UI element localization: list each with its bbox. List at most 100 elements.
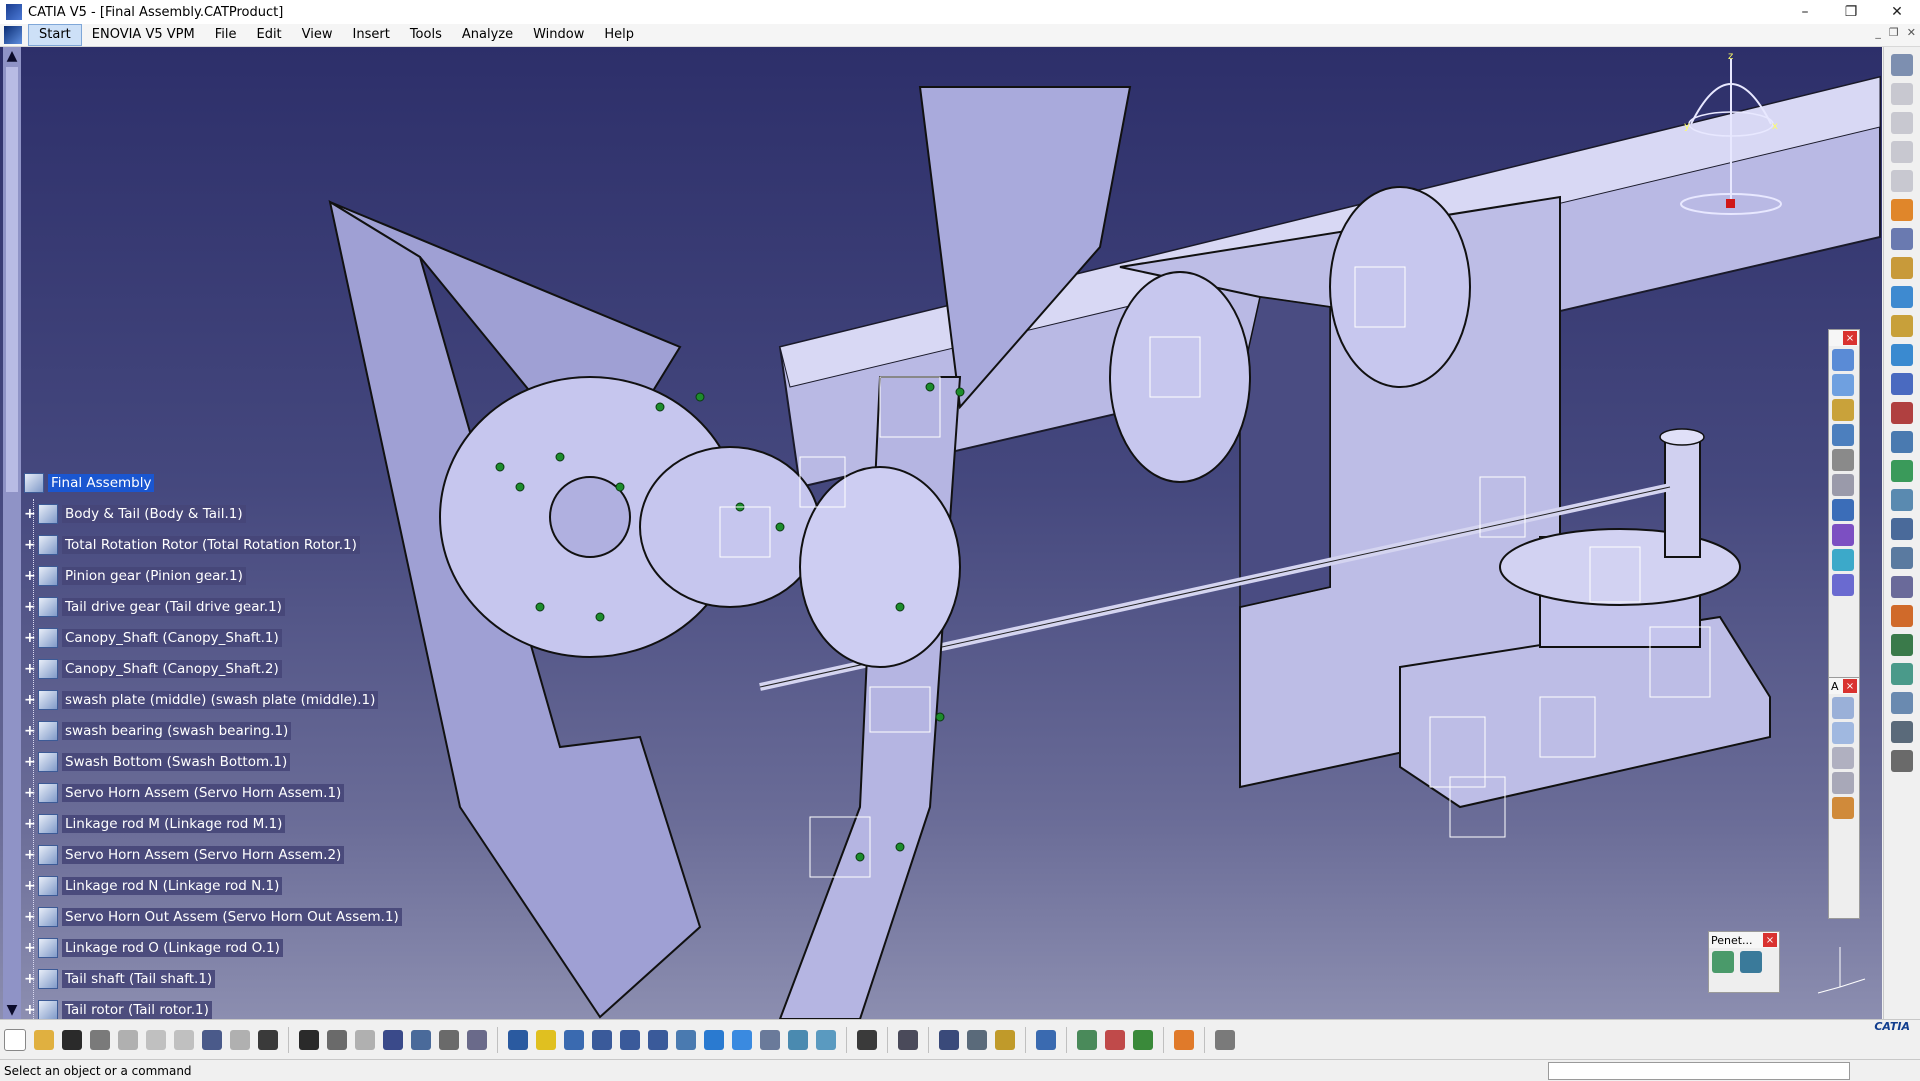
- expand-plus-icon[interactable]: +: [24, 506, 38, 522]
- expand-plus-icon[interactable]: +: [24, 971, 38, 987]
- new-document-icon[interactable]: [4, 1029, 26, 1051]
- tree-node-label[interactable]: Canopy_Shaft (Canopy_Shaft.2): [62, 660, 282, 678]
- tree-node-label[interactable]: Swash Bottom (Swash Bottom.1): [62, 753, 291, 771]
- generate-numbering-icon[interactable]: [1891, 431, 1913, 453]
- tree-node[interactable]: + Body & Tail (Body & Tail.1): [24, 502, 246, 526]
- tree-node-label[interactable]: Body & Tail (Body & Tail.1): [62, 505, 246, 523]
- pan-icon[interactable]: [564, 1030, 584, 1050]
- penetration-icon[interactable]: [1712, 951, 1734, 973]
- expand-plus-icon[interactable]: +: [24, 537, 38, 553]
- expand-plus-icon[interactable]: +: [24, 568, 38, 584]
- maximize-button[interactable]: ❐: [1828, 0, 1874, 24]
- macro-icon[interactable]: [355, 1030, 375, 1050]
- tree-node[interactable]: + swash bearing (swash bearing.1): [24, 719, 292, 743]
- fix-component-icon[interactable]: [1832, 374, 1854, 396]
- iso-view-icon[interactable]: [732, 1030, 752, 1050]
- tree-root-label[interactable]: Final Assembly: [48, 474, 155, 492]
- expand-plus-icon[interactable]: +: [24, 816, 38, 832]
- table-icon[interactable]: [383, 1030, 403, 1050]
- bom-icon[interactable]: [1891, 750, 1913, 772]
- clearance-icon[interactable]: [1740, 951, 1762, 973]
- tree-root-node[interactable]: Final Assembly: [24, 471, 155, 495]
- doc-restore-icon[interactable]: ❐: [1889, 26, 1899, 39]
- menu-enovia[interactable]: ENOVIA V5 VPM: [82, 24, 205, 46]
- save-icon[interactable]: [62, 1030, 82, 1050]
- whats-this-icon[interactable]: [258, 1030, 278, 1050]
- tree-node-label[interactable]: Tail drive gear (Tail drive gear.1): [62, 598, 285, 616]
- smart-move-icon[interactable]: [1891, 634, 1913, 656]
- replace-component-icon[interactable]: [1891, 373, 1913, 395]
- catalog-icon[interactable]: [411, 1030, 431, 1050]
- redo-icon[interactable]: [230, 1030, 250, 1050]
- tree-node[interactable]: + Servo Horn Out Assem (Servo Horn Out As…: [24, 905, 402, 929]
- tree-node[interactable]: + Servo Horn Assem (Servo Horn Assem.1): [24, 781, 345, 805]
- doc-close-icon[interactable]: ✕: [1907, 26, 1916, 39]
- scroll-up-arrow-icon[interactable]: ▲: [3, 47, 21, 65]
- multi-instantiation-icon[interactable]: [1891, 518, 1913, 540]
- manage-representations-icon[interactable]: [1891, 489, 1913, 511]
- toolbar-icon[interactable]: [1891, 112, 1913, 134]
- tree-scrollbar[interactable]: ▲ ▼: [3, 47, 21, 1019]
- command-input[interactable]: [1548, 1062, 1850, 1080]
- new-part-icon[interactable]: [1891, 344, 1913, 366]
- expand-plus-icon[interactable]: +: [24, 785, 38, 801]
- paste-icon[interactable]: [174, 1030, 194, 1050]
- tree-node[interactable]: + Swash Bottom (Swash Bottom.1): [24, 750, 291, 774]
- update-icon[interactable]: [898, 1030, 918, 1050]
- tree-node[interactable]: + Servo Horn Assem (Servo Horn Assem.2): [24, 843, 345, 867]
- 3d-viewport[interactable]: ▲ ▼ z x y Final Assembly + Body & Tail (B…: [0, 47, 1882, 1019]
- menu-start[interactable]: Start: [28, 24, 82, 46]
- view-icon[interactable]: [1832, 772, 1854, 794]
- menu-window[interactable]: Window: [523, 24, 594, 46]
- manipulation-icon[interactable]: [1891, 228, 1913, 250]
- offset-icon[interactable]: [1832, 449, 1854, 471]
- close-button[interactable]: ✕: [1874, 0, 1920, 24]
- normal-view-icon[interactable]: [676, 1030, 696, 1050]
- tree-node-label[interactable]: Tail rotor (Tail rotor.1): [62, 1001, 212, 1019]
- multi-view-icon[interactable]: [704, 1030, 724, 1050]
- text-with-leader-icon[interactable]: [1832, 722, 1854, 744]
- tree-node[interactable]: + Tail drive gear (Tail drive gear.1): [24, 595, 285, 619]
- inertia-icon[interactable]: [467, 1030, 487, 1050]
- compass-widget[interactable]: z x y: [1676, 49, 1786, 219]
- selective-load-icon[interactable]: [1891, 460, 1913, 482]
- shading-icon[interactable]: [760, 1030, 780, 1050]
- tree-node[interactable]: + Tail rotor (Tail rotor.1): [24, 998, 212, 1019]
- contact-icon[interactable]: [1832, 424, 1854, 446]
- compute-clash-icon[interactable]: [1133, 1030, 1153, 1050]
- graph-tree-reorder-icon[interactable]: [1891, 402, 1913, 424]
- print-icon[interactable]: [90, 1030, 110, 1050]
- tree-node-label[interactable]: Linkage rod M (Linkage rod M.1): [62, 815, 286, 833]
- zoom-out-icon[interactable]: [648, 1030, 668, 1050]
- tree-node-label[interactable]: Servo Horn Out Assem (Servo Horn Out Ass…: [62, 908, 402, 926]
- measure-item-icon[interactable]: [967, 1030, 987, 1050]
- menu-analyze[interactable]: Analyze: [452, 24, 523, 46]
- fix-together-icon[interactable]: [1832, 499, 1854, 521]
- expand-plus-icon[interactable]: +: [24, 847, 38, 863]
- tree-node-label[interactable]: Total Rotation Rotor (Total Rotation Rot…: [62, 536, 360, 554]
- tree-node-label[interactable]: Linkage rod O (Linkage rod O.1): [62, 939, 283, 957]
- tree-node-label[interactable]: swash plate (middle) (swash plate (middl…: [62, 691, 379, 709]
- scene-icon[interactable]: [1036, 1030, 1056, 1050]
- menu-view[interactable]: View: [292, 24, 343, 46]
- expand-plus-icon[interactable]: +: [24, 723, 38, 739]
- tree-node[interactable]: + Linkage rod N (Linkage rod N.1): [24, 874, 283, 898]
- capture-camera-icon[interactable]: [857, 1030, 877, 1050]
- distance-icon[interactable]: [1891, 721, 1913, 743]
- close-icon[interactable]: ×: [1843, 331, 1857, 345]
- explode-icon[interactable]: [1891, 547, 1913, 569]
- tree-node[interactable]: + swash plate (middle) (swash plate (midd…: [24, 688, 379, 712]
- expand-plus-icon[interactable]: +: [24, 630, 38, 646]
- zoom-in-icon[interactable]: [620, 1030, 640, 1050]
- minimize-button[interactable]: –: [1782, 0, 1828, 24]
- flexible-rigid-icon[interactable]: [1832, 549, 1854, 571]
- undo-icon[interactable]: [202, 1030, 222, 1050]
- catia-menu-logo-icon[interactable]: [4, 26, 22, 44]
- tree-node-label[interactable]: Linkage rod N (Linkage rod N.1): [62, 877, 283, 895]
- annotation-plane-icon[interactable]: [1832, 797, 1854, 819]
- open-folder-icon[interactable]: [34, 1030, 54, 1050]
- expand-plus-icon[interactable]: +: [24, 878, 38, 894]
- menu-insert[interactable]: Insert: [343, 24, 400, 46]
- constraint-icon[interactable]: [1832, 349, 1854, 371]
- expand-plus-icon[interactable]: +: [24, 599, 38, 615]
